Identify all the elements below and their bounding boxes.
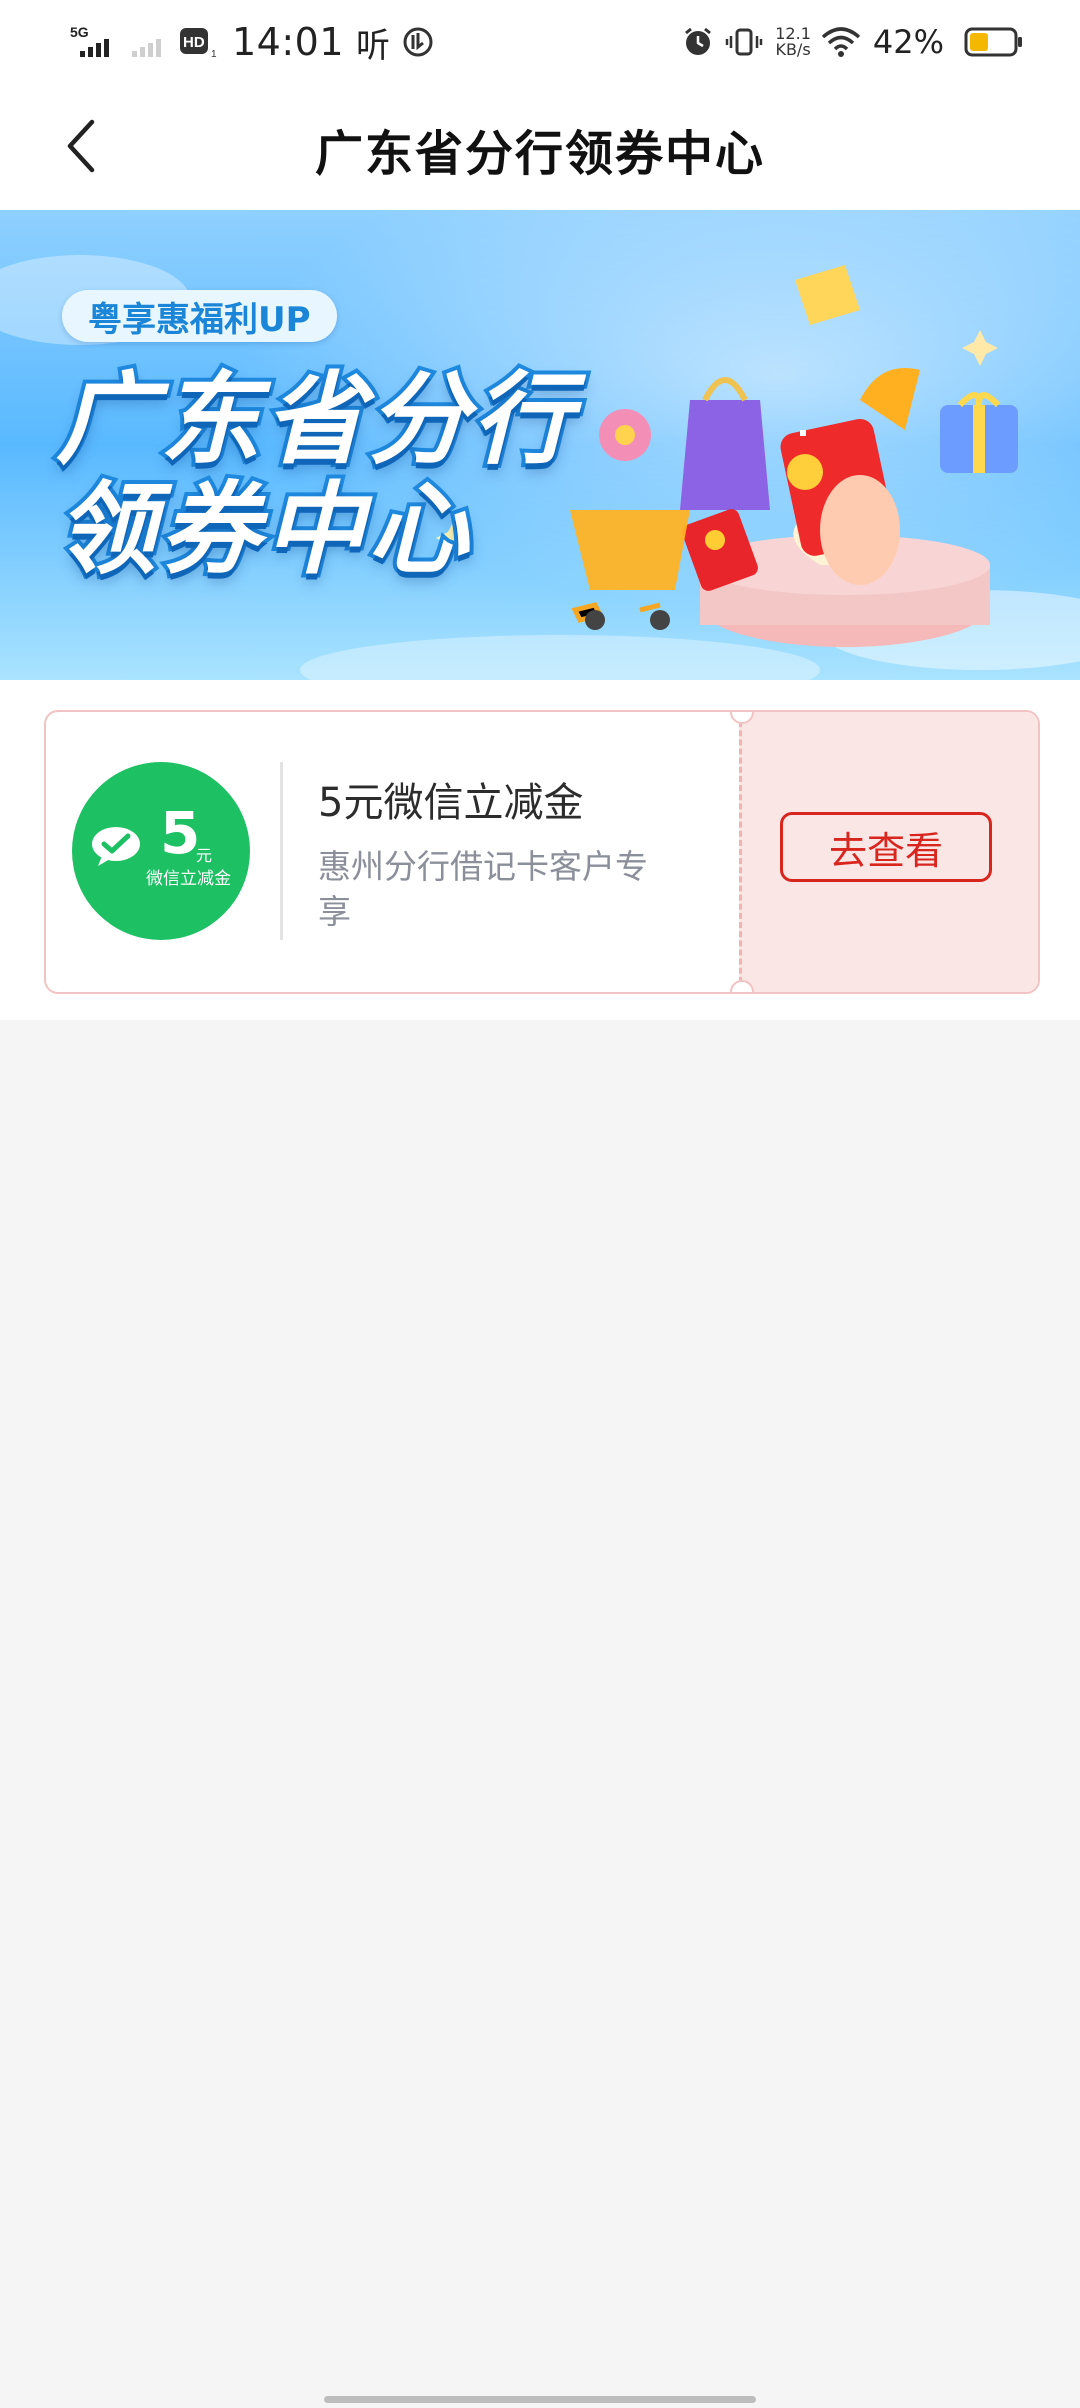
battery-percent: 42% [872, 23, 944, 61]
wechat-icon [92, 827, 140, 866]
signal-weak-icon [128, 25, 168, 59]
banner-tag: 粤享惠福利UP [62, 290, 337, 342]
network-label: 5G [70, 25, 89, 40]
banner-title-line2: 领券中心 [52, 471, 472, 588]
hd-sub-label: 1 [211, 49, 217, 59]
vibrate-icon [725, 25, 763, 59]
coupon-list: 5 元 微信立减金 5元微信立减金 惠州分行借记卡客户专享 去查看 [0, 680, 1080, 1020]
badge-label: 微信立减金 [146, 869, 231, 889]
battery-icon [964, 25, 1024, 59]
coupon-title: 5元微信立减金 [318, 780, 584, 826]
app-header: 广东省分行领券中心 [0, 84, 1080, 210]
app-notification-icon [401, 25, 435, 59]
coupon-description: 惠州分行借记卡客户专享 [318, 847, 648, 931]
hd-icon: HD 1 [178, 25, 218, 59]
view-coupon-button[interactable]: 去查看 [780, 812, 992, 882]
wifi-icon [821, 25, 861, 59]
banner-title-line1: 广东省分行 [52, 361, 576, 478]
status-bar: 5G HD 1 14:01 听 12.1 KB/s 42% [0, 0, 1080, 84]
coupon-divider [280, 762, 283, 940]
signal-icon: 5G [70, 25, 118, 59]
status-time: 14:01 [232, 20, 345, 64]
badge-amount: 5 [160, 799, 201, 867]
speed-unit: KB/s [775, 40, 811, 59]
promo-banner[interactable]: 粤享惠福利UP 广东省分行 领券中心 [0, 210, 1080, 680]
wechat-coupon-badge: 5 元 微信立减金 [72, 762, 250, 940]
page-title: 广东省分行领券中心 [314, 126, 765, 182]
hd-label: HD [183, 34, 205, 51]
network-speed: 12.1 KB/s [775, 26, 811, 58]
home-indicator[interactable] [324, 2396, 756, 2403]
alarm-icon [681, 25, 715, 59]
badge-unit: 元 [196, 846, 213, 865]
listen-glyph: 听 [356, 25, 391, 66]
coupon-card[interactable]: 5 元 微信立减金 5元微信立减金 惠州分行借记卡客户专享 去查看 [44, 710, 1040, 994]
